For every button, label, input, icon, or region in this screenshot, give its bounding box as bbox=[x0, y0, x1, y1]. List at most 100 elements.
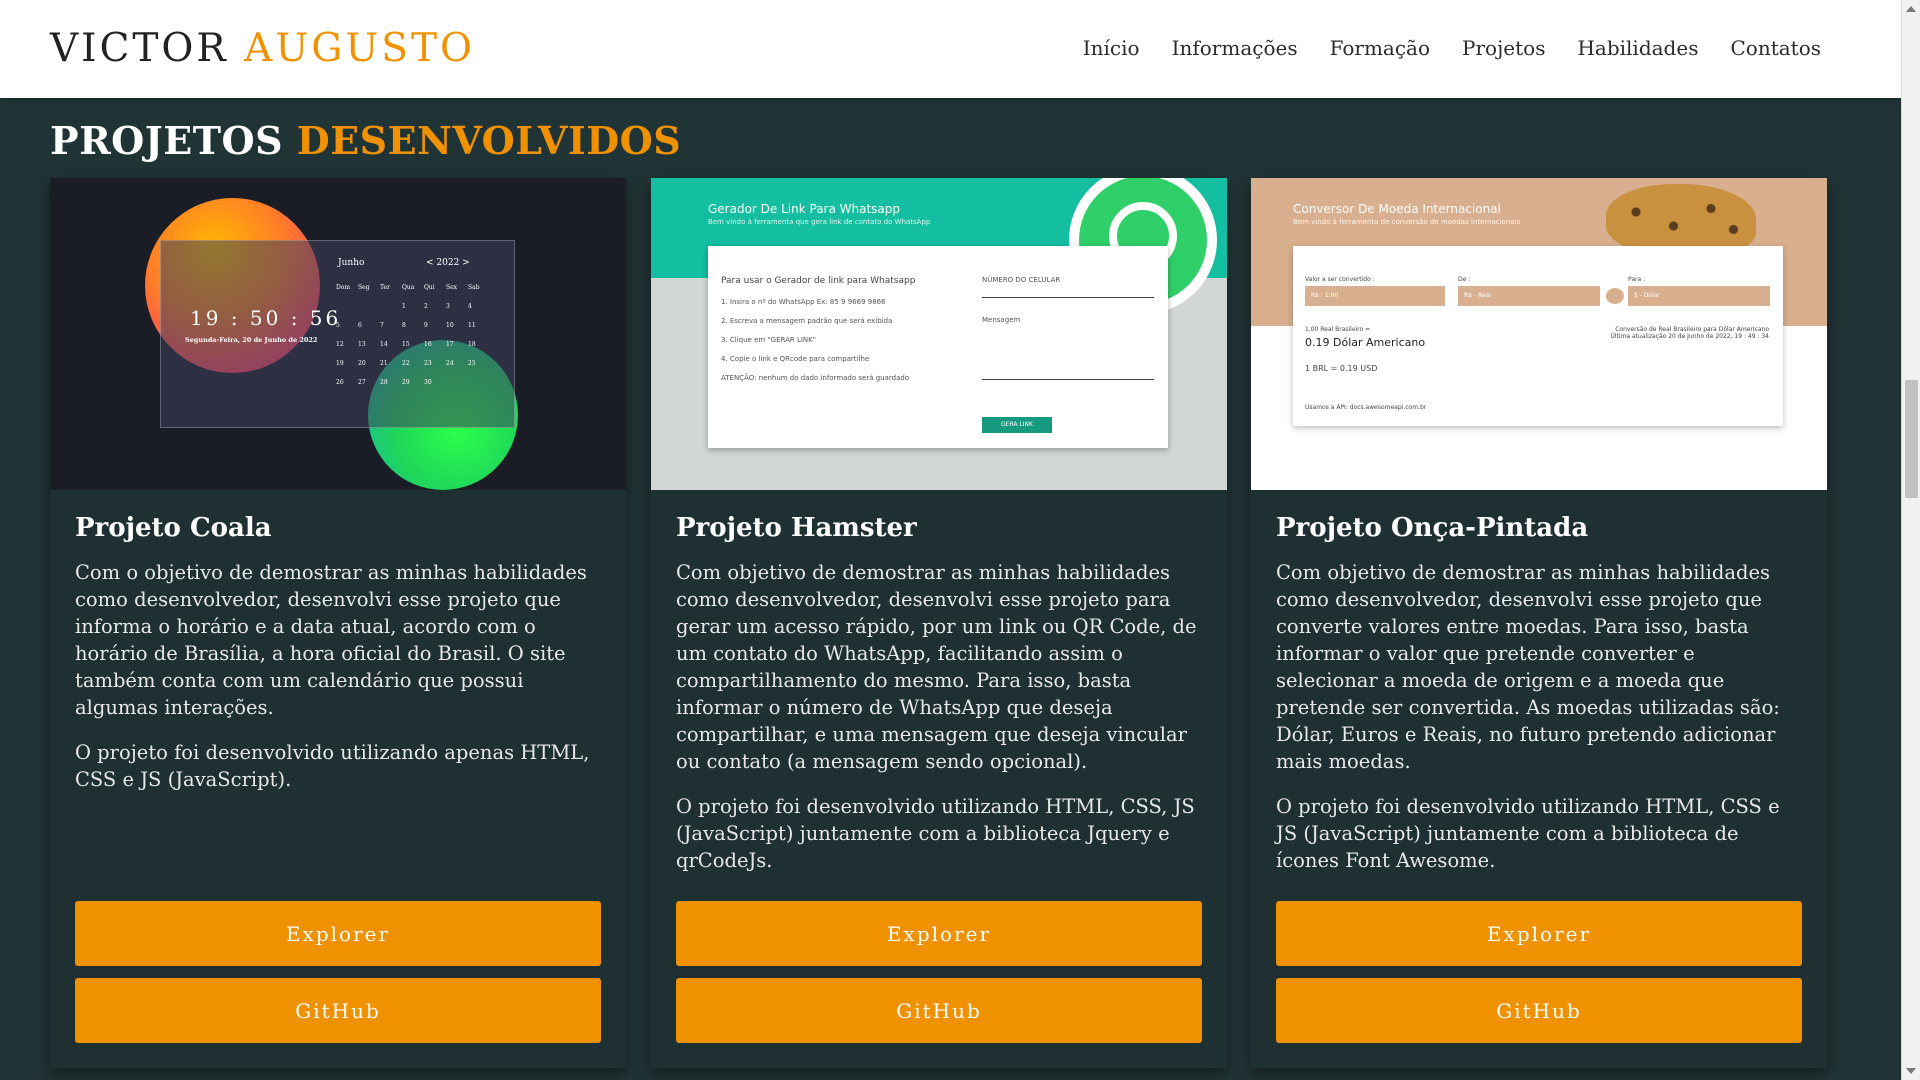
project-title: Projeto Onça-Pintada bbox=[1276, 513, 1589, 543]
github-button[interactable]: GitHub bbox=[676, 978, 1202, 1043]
preview-day bbox=[358, 303, 380, 310]
preview-value-field: R$ : 1,00 bbox=[1305, 286, 1445, 306]
preview-form-panel: Para usar o Gerador de link para Whatsap… bbox=[708, 246, 1168, 448]
scroll-down-arrow-icon[interactable] bbox=[1906, 1068, 1916, 1074]
preview-day: 2 bbox=[424, 303, 428, 310]
preview-month: Junho bbox=[338, 258, 365, 268]
github-button[interactable]: GitHub bbox=[75, 978, 601, 1043]
preview-day: 6 bbox=[358, 322, 362, 329]
page-scrollbar[interactable] bbox=[1901, 0, 1920, 1080]
preview-message-label: Mensagem bbox=[982, 316, 1021, 324]
project-description: Com o objetivo de demostrar as minhas ha… bbox=[75, 561, 587, 719]
preview-api-note: Usamos a API: docs.awesomeapi.com.br bbox=[1305, 404, 1427, 411]
preview-inputs: NÚMERO DO CELULAR Mensagem bbox=[982, 276, 1154, 398]
preview-day: 13 bbox=[358, 341, 366, 348]
preview-step: 3. Clique em "GERAR LINK" bbox=[721, 336, 816, 344]
preview-swap-icon bbox=[1606, 288, 1624, 304]
preview-phone-field bbox=[982, 284, 1154, 298]
preview-rate: 1 BRL = 0.19 USD bbox=[1305, 364, 1378, 373]
preview-day: 23 bbox=[424, 360, 432, 367]
explorer-button[interactable]: Explorer bbox=[75, 901, 601, 966]
preview-day: 29 bbox=[402, 379, 410, 386]
preview-conversion-desc: Conversão de Real Brasileiro para Dólar … bbox=[1615, 326, 1769, 333]
preview-instructions: Para usar o Gerador de link para Whatsap… bbox=[721, 276, 951, 393]
logo-last-name: AUGUSTO bbox=[244, 26, 475, 71]
section-title: PROJETOS DESENVOLVIDOS bbox=[50, 118, 681, 163]
project-card-onca-pintada: Conversor De Moeda Internacional Bem vin… bbox=[1251, 178, 1827, 1068]
explorer-button[interactable]: Explorer bbox=[676, 901, 1202, 966]
preview-date: Segunda-Feira, 20 de Junho de 2022 bbox=[185, 336, 318, 344]
project-description: Com objetivo de demostrar as minhas habi… bbox=[676, 561, 1197, 773]
preview-value-label: Valor a ser convertido : bbox=[1305, 276, 1375, 283]
preview-calendar-grid: Dom Seg Ter Qua Qui Sex Sab 1 2 3 4 5 6 7 8 9 10 11 12 13 14… bbox=[336, 284, 496, 386]
preview-day: 7 bbox=[380, 322, 384, 329]
preview-day: 17 bbox=[446, 341, 454, 348]
preview-day: 10 bbox=[446, 322, 454, 329]
preview-day: 12 bbox=[336, 341, 344, 348]
project-title: Projeto Coala bbox=[75, 513, 272, 543]
preview-title: Conversor De Moeda Internacional bbox=[1293, 202, 1501, 216]
nav-link-formacao[interactable]: Formação bbox=[1330, 36, 1430, 60]
preview-result-small: 1,00 Real Brasileiro = bbox=[1305, 326, 1371, 333]
github-button[interactable]: GitHub bbox=[1276, 978, 1802, 1043]
nav-link-informacoes[interactable]: Informações bbox=[1172, 36, 1298, 60]
preview-day: 30 bbox=[424, 379, 432, 386]
preview-day bbox=[380, 303, 402, 310]
project-card-body: Projeto Hamster Com objetivo de demostra… bbox=[676, 513, 1202, 892]
project-card-body: Projeto Coala Com o objetivo de demostra… bbox=[75, 513, 601, 811]
project-card-coala: 19 : 50 : 56 Segunda-Feira, 20 de Junho … bbox=[50, 178, 626, 1068]
preview-weekday: Qui bbox=[424, 284, 435, 291]
explorer-button[interactable]: Explorer bbox=[1276, 901, 1802, 966]
preview-generate-button: GERA LINK bbox=[982, 417, 1052, 433]
preview-weekday: Qua bbox=[402, 284, 415, 291]
preview-day: 9 bbox=[424, 322, 428, 329]
preview-day: 26 bbox=[336, 379, 344, 386]
preview-day bbox=[336, 303, 358, 310]
preview-step: 2. Escreva a mensagem padrão que será ex… bbox=[721, 317, 893, 325]
preview-to-select: $ - Dólar bbox=[1628, 286, 1770, 306]
site-header: VICTOR AUGUSTO Início Informações Formaç… bbox=[0, 0, 1901, 98]
section-title-second: DESENVOLVIDOS bbox=[296, 118, 682, 163]
preview-instructions-heading: Para usar o Gerador de link para Whatsap… bbox=[721, 276, 916, 286]
preview-clock: 19 : 50 : 56 bbox=[190, 306, 342, 330]
preview-from-select: R$ - Real bbox=[1458, 286, 1600, 306]
scroll-thumb[interactable] bbox=[1905, 380, 1918, 498]
preview-day: 4 bbox=[468, 303, 472, 310]
nav-link-inicio[interactable]: Início bbox=[1083, 36, 1140, 60]
project-preview-onca-pintada: Conversor De Moeda Internacional Bem vin… bbox=[1251, 178, 1827, 490]
preview-day: 18 bbox=[468, 341, 476, 348]
preview-year: < 2022 > bbox=[426, 258, 470, 268]
preview-phone-label: NÚMERO DO CELULAR bbox=[982, 276, 1061, 284]
preview-weekday: Sab bbox=[468, 284, 480, 291]
preview-day: 20 bbox=[358, 360, 366, 367]
project-title: Projeto Hamster bbox=[676, 513, 917, 543]
project-tech: O projeto foi desenvolvido utilizando HT… bbox=[676, 795, 1195, 872]
preview-day: 1 bbox=[402, 303, 406, 310]
section-title-first: PROJETOS bbox=[50, 118, 284, 163]
project-card-body: Projeto Onça-Pintada Com objetivo de dem… bbox=[1276, 513, 1802, 892]
preview-weekday: Sex bbox=[446, 284, 458, 291]
preview-day: 27 bbox=[358, 379, 366, 386]
project-card-hamster: Gerador De Link Para Whatsapp Bem vindo … bbox=[651, 178, 1227, 1068]
preview-day: 15 bbox=[402, 341, 410, 348]
scroll-up-arrow-icon[interactable] bbox=[1906, 6, 1916, 12]
site-logo[interactable]: VICTOR AUGUSTO bbox=[50, 26, 475, 71]
preview-day: 11 bbox=[468, 322, 476, 329]
preview-day: 3 bbox=[446, 303, 450, 310]
nav-link-projetos[interactable]: Projetos bbox=[1462, 36, 1545, 60]
preview-day: 5 bbox=[336, 322, 340, 329]
preview-subtitle: Bem vindo à ferramenta que gera link de … bbox=[708, 218, 931, 226]
nav-link-contatos[interactable]: Contatos bbox=[1730, 36, 1821, 60]
preview-weekday: Ter bbox=[380, 284, 390, 291]
preview-conversion-note: Conversão de Real Brasileiro para Dólar … bbox=[1610, 326, 1769, 340]
logo-first-name: VICTOR bbox=[50, 26, 229, 71]
preview-updated: Última atualização 20 de Junho de 2022, … bbox=[1610, 333, 1769, 340]
preview-day: 16 bbox=[424, 341, 432, 348]
preview-weekday: Seg bbox=[358, 284, 370, 291]
preview-converter-panel: Valor a ser convertido : De : Para : R$ … bbox=[1293, 246, 1783, 426]
preview-day: 25 bbox=[468, 360, 476, 367]
preview-day: 19 bbox=[336, 360, 344, 367]
nav-link-habilidades[interactable]: Habilidades bbox=[1577, 36, 1698, 60]
preview-weekday: Dom bbox=[336, 284, 351, 291]
preview-day bbox=[468, 379, 490, 386]
